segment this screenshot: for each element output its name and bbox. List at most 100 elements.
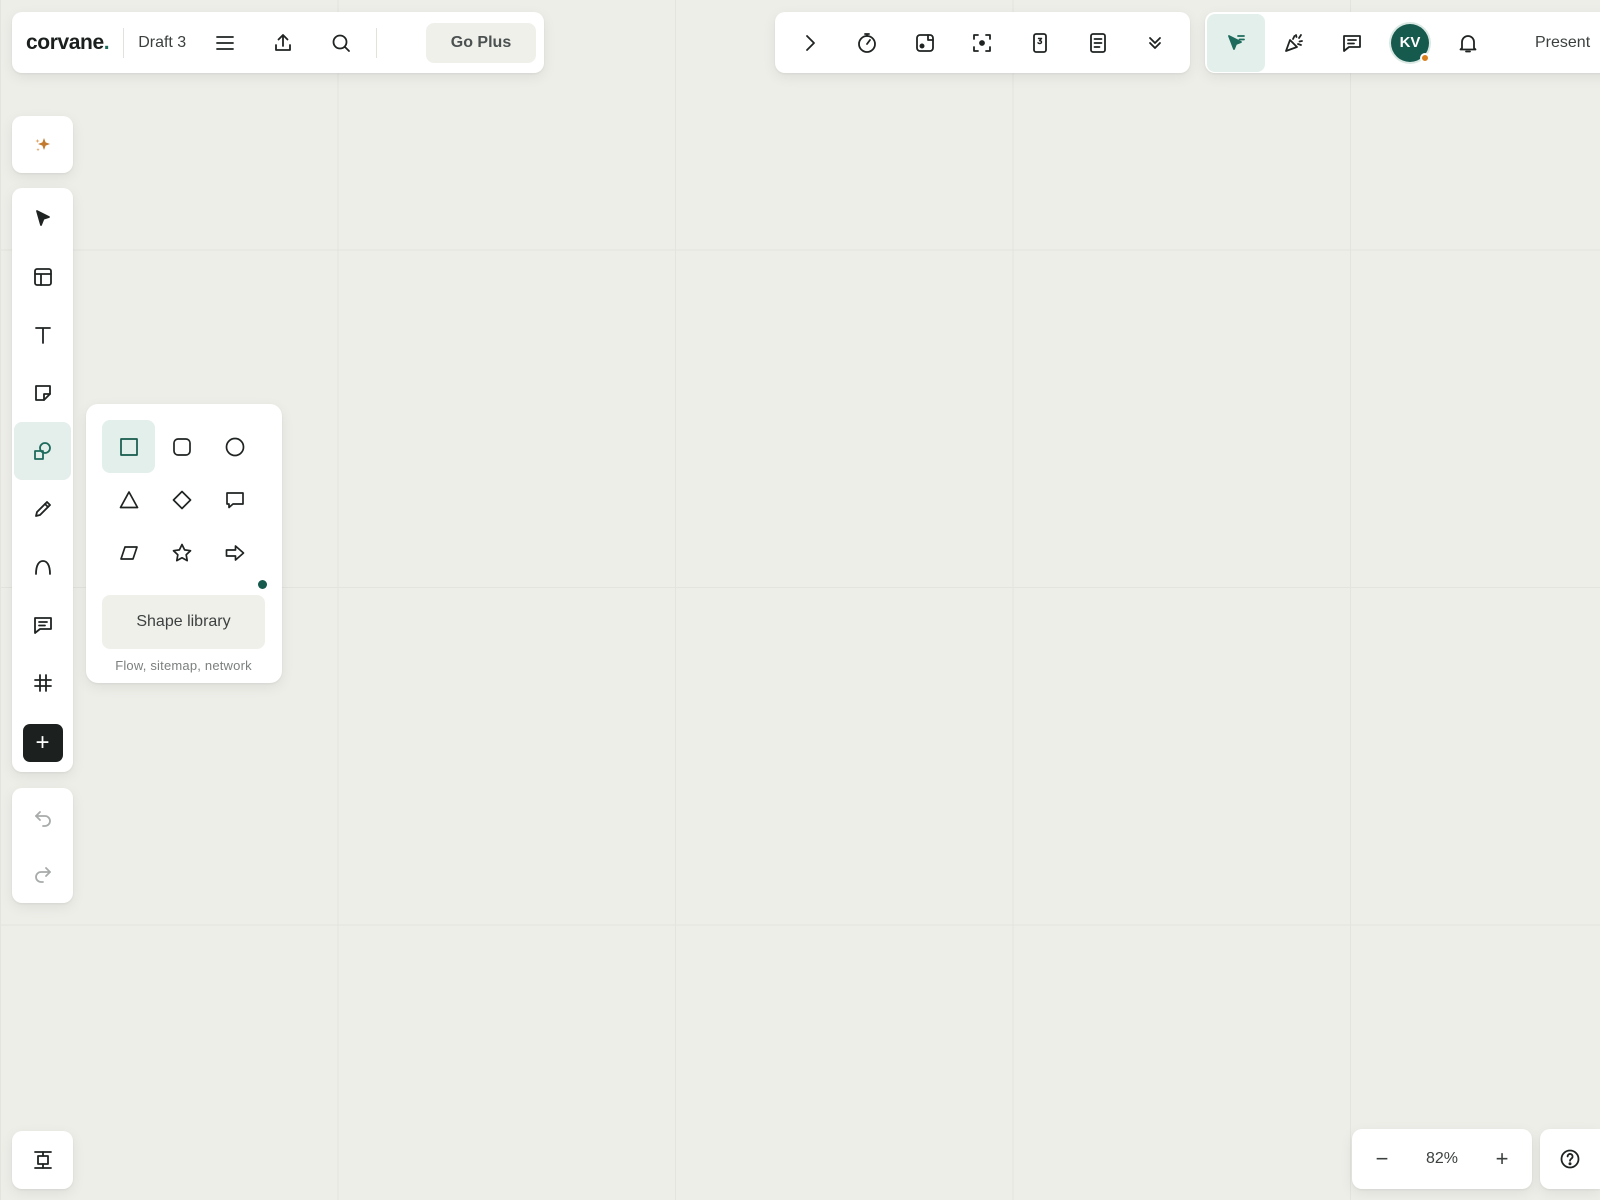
help-button[interactable]	[1546, 1135, 1594, 1183]
frames-panel	[12, 1131, 73, 1189]
speech-bubble-icon	[225, 491, 244, 508]
add-button[interactable]: +	[22, 724, 63, 762]
connector-tool[interactable]	[14, 538, 71, 596]
more-tools-button[interactable]	[1131, 19, 1179, 67]
present-button[interactable]: Present	[1535, 34, 1590, 52]
indicator-dot	[258, 580, 267, 589]
zoom-controls: − 82% +	[1352, 1129, 1532, 1189]
status-indicator	[1420, 52, 1430, 63]
upload-icon	[275, 33, 292, 51]
shape-popover: Shape library Flow, sitemap, network	[86, 404, 282, 683]
template-icon	[33, 268, 52, 286]
redo-button[interactable]	[19, 846, 67, 902]
notes-button[interactable]	[1074, 19, 1122, 67]
pen-tool[interactable]	[14, 480, 71, 538]
comments-button[interactable]	[1323, 14, 1381, 72]
help-circle-icon	[1560, 1149, 1580, 1169]
logo-text: corvane	[26, 30, 104, 54]
frames-icon	[33, 1151, 52, 1169]
cursor-chat-button[interactable]	[1207, 13, 1265, 72]
zoom-level[interactable]: 82%	[1426, 1150, 1458, 1168]
shape-parallelogram[interactable]	[102, 526, 155, 579]
comment-icon	[33, 617, 52, 634]
sticky-note-tool[interactable]	[14, 364, 71, 422]
search-button[interactable]	[312, 19, 370, 67]
shape-triangle[interactable]	[102, 473, 155, 526]
triangle-icon	[119, 490, 138, 508]
comment-tool[interactable]	[14, 596, 71, 654]
rounded-rectangle-icon	[172, 437, 191, 456]
shape-speech-bubble[interactable]	[208, 473, 261, 526]
text-icon	[34, 327, 51, 344]
expand-button[interactable]	[786, 19, 834, 67]
page-number-icon	[1033, 32, 1047, 53]
main-menu-button[interactable]	[196, 19, 254, 67]
rectangle-icon	[119, 437, 138, 456]
double-chevron-down-icon	[1149, 36, 1162, 49]
focus-icon	[973, 33, 992, 52]
top-tools-toolbar	[775, 12, 1190, 73]
select-tool[interactable]	[14, 190, 71, 248]
focus-button[interactable]	[958, 19, 1006, 67]
reactions-button[interactable]	[1265, 14, 1323, 72]
hamburger-menu-icon	[216, 35, 235, 50]
diamond-icon	[172, 490, 191, 509]
shape-rectangle[interactable]	[102, 420, 155, 473]
avatar[interactable]: KV	[1391, 23, 1430, 63]
shapes-icon	[33, 442, 51, 460]
ai-assistant-button[interactable]	[19, 121, 67, 169]
shape-rounded-rectangle[interactable]	[155, 420, 208, 473]
timer-button[interactable]	[843, 19, 891, 67]
logo-dot: .	[103, 30, 110, 54]
sparkles-icon	[35, 137, 50, 151]
embed-button[interactable]	[901, 19, 949, 67]
pen-icon	[34, 501, 51, 517]
shape-diamond[interactable]	[155, 473, 208, 526]
page-number-button[interactable]	[1016, 19, 1064, 67]
tools-toolbar: +	[12, 188, 73, 772]
shape-circle[interactable]	[208, 420, 261, 473]
notes-icon	[1089, 32, 1106, 53]
select-icon	[35, 210, 50, 226]
parallelogram-icon	[119, 545, 138, 560]
search-icon	[332, 34, 351, 52]
shape-library-button[interactable]: Shape library	[102, 595, 265, 649]
top-left-toolbar: corvane. Draft 3 Go Plus	[12, 12, 544, 73]
shape-library-subtitle: Flow, sitemap, network	[115, 658, 252, 673]
grid-icon	[33, 674, 52, 692]
star-icon	[172, 543, 191, 561]
grid-tool[interactable]	[14, 654, 71, 712]
shapes-tool[interactable]	[14, 422, 71, 480]
notifications-button[interactable]	[1439, 14, 1497, 72]
party-popper-icon	[1285, 33, 1303, 52]
shape-arrow-right[interactable]	[208, 526, 261, 579]
arrow-right-icon	[225, 544, 244, 561]
export-button[interactable]	[254, 19, 312, 67]
sticky-note-icon	[34, 385, 51, 401]
collaboration-toolbar: KV Present	[1205, 12, 1600, 73]
help-panel	[1540, 1129, 1600, 1189]
logo[interactable]: corvane.	[26, 30, 110, 55]
zoom-out-button[interactable]: −	[1366, 1148, 1398, 1170]
shape-star[interactable]	[155, 526, 208, 579]
comment-icon	[1343, 34, 1361, 52]
go-plus-button[interactable]: Go Plus	[426, 22, 536, 63]
bell-icon	[1459, 34, 1477, 52]
text-tool[interactable]	[14, 306, 71, 364]
undo-icon	[34, 810, 51, 827]
board-title[interactable]: Draft 3	[138, 34, 186, 52]
timer-icon	[858, 32, 877, 53]
divider	[376, 27, 378, 58]
templates-tool[interactable]	[14, 248, 71, 306]
circle-icon	[225, 437, 244, 456]
connector-icon	[34, 560, 51, 575]
redo-icon	[34, 866, 51, 883]
cursor-chat-icon	[1228, 34, 1245, 50]
ai-panel	[12, 116, 73, 173]
chevron-right-icon	[805, 34, 815, 51]
history-toolbar	[12, 788, 73, 903]
embed-icon	[916, 33, 934, 52]
zoom-in-button[interactable]: +	[1486, 1148, 1518, 1170]
frames-button[interactable]	[19, 1136, 67, 1184]
undo-button[interactable]	[19, 790, 67, 846]
